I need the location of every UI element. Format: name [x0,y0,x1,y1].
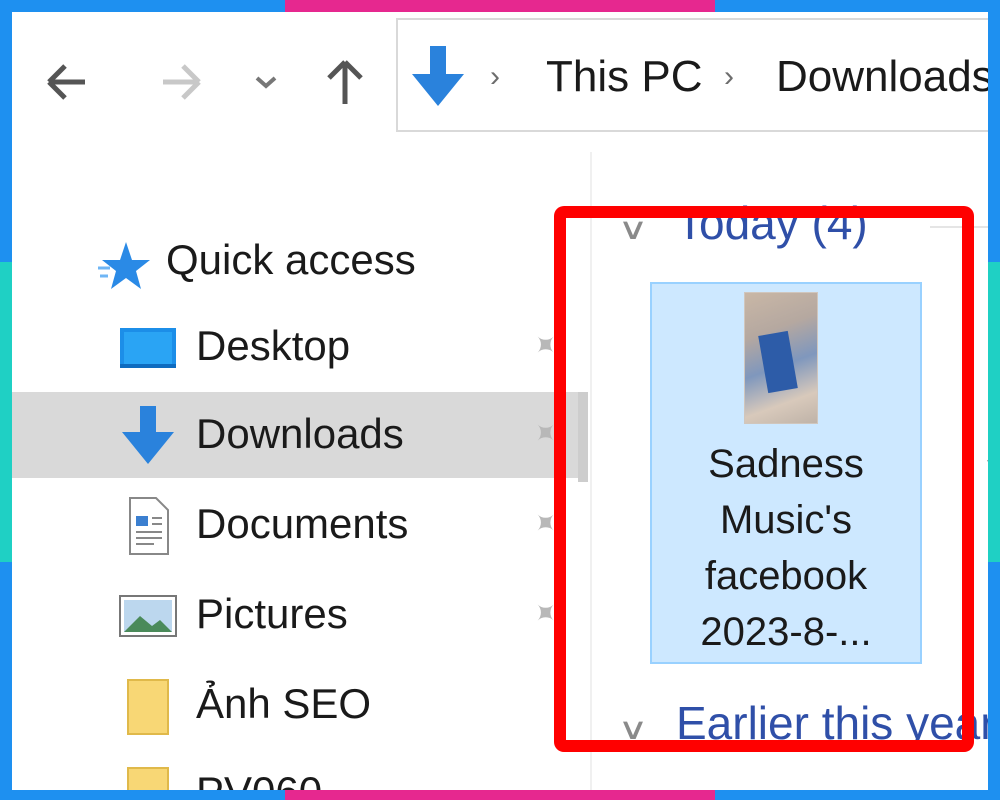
sidebar-item-label: Ảnh SEO [196,680,372,727]
star-icon [98,242,150,289]
sidebar-item-downloads[interactable]: Downloads ✦ [12,392,578,478]
forward-button[interactable] [156,52,206,112]
breadcrumb-downloads[interactable]: Downloads [776,52,988,102]
sidebar-item-anh-seo[interactable]: Ảnh SEO [12,662,578,748]
annotation-highlight-box [554,206,974,752]
quick-access-label[interactable]: Quick access [166,236,416,284]
back-button[interactable] [42,52,92,112]
frame-strip-right [988,262,1000,562]
document-icon [116,494,180,558]
sidebar-item-pictures[interactable]: Pictures ✦ [12,572,578,658]
up-button[interactable] [320,52,370,112]
sidebar-item-label: PV060 [196,768,322,790]
breadcrumb-separator: › [724,60,734,93]
frame-strip-left [0,262,12,562]
download-arrow-icon [116,404,180,468]
download-arrow-icon [412,46,464,106]
chevron-down-icon [255,76,277,89]
partial-file-label: 3 [986,432,988,477]
folder-icon [116,762,180,790]
sidebar-item-label: Downloads [196,410,404,457]
breadcrumb-separator: › [490,60,500,93]
sidebar-item-documents[interactable]: Documents ✦ [12,482,578,568]
desktop-icon [116,316,180,380]
sidebar-item-label: Documents [196,500,409,547]
sidebar-item-desktop[interactable]: Desktop ✦ [12,304,578,390]
arrow-right-icon [163,64,201,100]
folder-icon [116,674,180,738]
breadcrumb-this-pc[interactable]: This PC [546,52,702,102]
frame-strip-top [285,0,715,12]
arrow-up-icon [327,60,363,104]
frame-strip-bottom [285,790,715,800]
pictures-icon [116,584,180,648]
arrow-left-icon [47,64,85,100]
recent-locations-button[interactable] [246,52,286,112]
address-bar[interactable]: › This PC › Downloads [396,18,988,132]
sidebar-item-pv060[interactable]: PV060 [12,750,578,790]
sidebar-item-label: Pictures [196,590,348,637]
sidebar-item-label: Desktop [196,322,351,369]
file-explorer-window: › This PC › Downloads Quick access Deskt… [12,12,988,790]
